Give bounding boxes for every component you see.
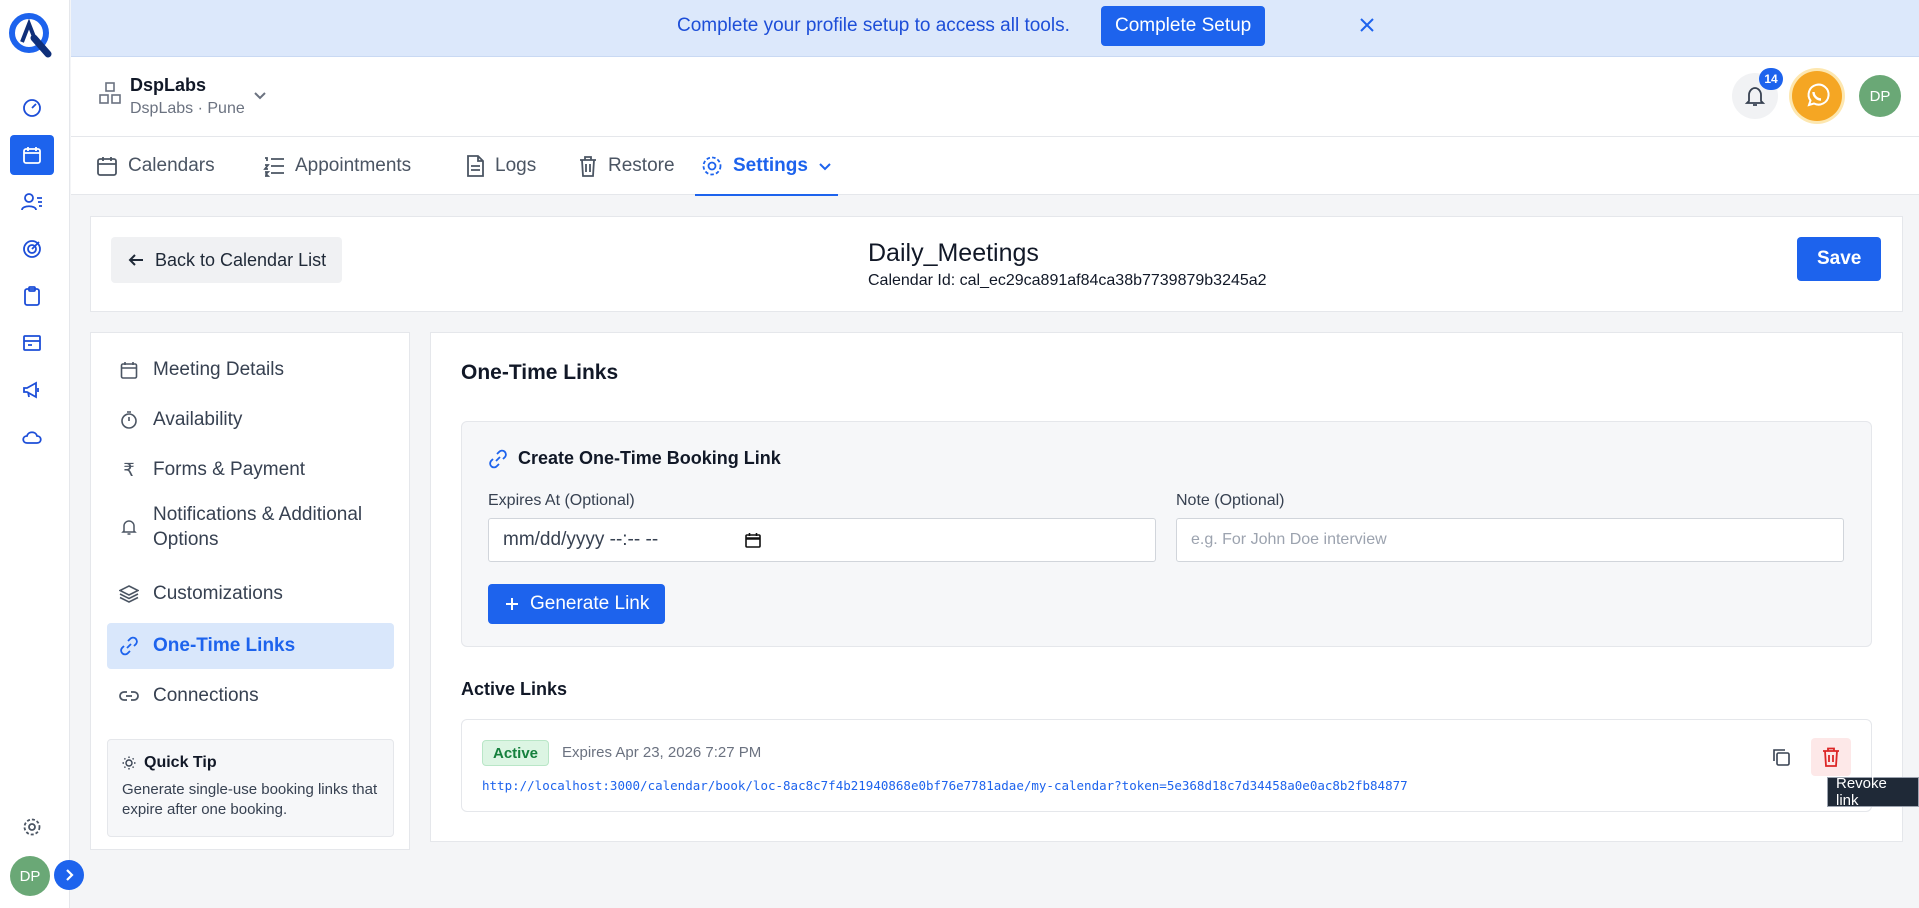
page-title: Daily_Meetings [868, 239, 1039, 267]
sidebar-item-notifications[interactable]: Notifications & Additional Options [107, 497, 394, 557]
calendar-picker-icon[interactable] [745, 532, 761, 548]
calendar-icon [119, 361, 139, 379]
expand-sidebar-button[interactable] [54, 860, 84, 890]
chain-icon [119, 689, 139, 703]
gear-icon [701, 155, 723, 177]
rail-contacts-icon[interactable] [10, 182, 54, 222]
trash-icon [578, 155, 598, 177]
rail-megaphone-icon[interactable] [10, 370, 54, 410]
quick-tip-body: Generate single-use booking links that e… [122, 781, 378, 818]
rail-cloud-icon[interactable] [10, 417, 54, 457]
sidebar-item-connections[interactable]: Connections [107, 673, 394, 719]
generate-link-button[interactable]: Generate Link [488, 584, 666, 624]
whatsapp-icon [1803, 82, 1831, 110]
rail-calendar-icon[interactable] [10, 135, 54, 175]
tab-calendars[interactable]: Calendars [96, 137, 215, 195]
app-logo[interactable] [8, 12, 54, 58]
expires-datetime-input[interactable]: mm/dd/yyyy --:-- -- [488, 518, 1156, 562]
org-location: DspLabs · Pune [130, 100, 245, 117]
sidebar-item-availability[interactable]: Availability [107, 397, 394, 443]
status-badge: Active [482, 740, 550, 766]
banner-message: Complete your profile setup to access al… [677, 15, 1070, 36]
close-icon[interactable] [1358, 16, 1376, 34]
setup-banner: Complete your profile setup to access al… [71, 0, 1919, 57]
rail-target-icon[interactable] [10, 229, 54, 269]
lightbulb-icon [122, 756, 136, 770]
sidebar-item-forms-payment[interactable]: ₹ Forms & Payment [107, 447, 394, 493]
expires-label: Expires At (Optional) [488, 492, 635, 509]
create-link-title: Create One-Time Booking Link [518, 448, 781, 468]
calendar-icon [96, 155, 118, 177]
tab-logs[interactable]: Logs [465, 137, 536, 195]
rupee-icon: ₹ [123, 459, 135, 480]
rail-clipboard-icon[interactable] [10, 276, 54, 316]
organization-icon [99, 82, 121, 104]
booking-link-url[interactable]: http://localhost:3000/calendar/book/loc-… [482, 778, 1408, 793]
back-to-calendar-list-button[interactable]: Back to Calendar List [111, 237, 343, 283]
sidebar-item-meeting-details[interactable]: Meeting Details [107, 347, 394, 393]
link-icon [488, 449, 508, 469]
sidebar-item-one-time-links[interactable]: One-Time Links [107, 623, 394, 669]
document-icon [465, 155, 485, 177]
quick-tip-title: Quick Tip [144, 754, 217, 771]
tab-restore[interactable]: Restore [578, 137, 675, 195]
chevron-down-icon [818, 159, 832, 173]
left-rail: DP [0, 0, 84, 908]
tab-bar: Calendars Appointments Logs Restore Sett… [71, 137, 1919, 196]
tab-appointments[interactable]: Appointments [263, 137, 411, 195]
create-link-box: Create One-Time Booking Link Expires At … [461, 421, 1872, 647]
plus-icon [504, 596, 520, 612]
stopwatch-icon [119, 411, 139, 429]
one-time-links-panel: One-Time Links Create One-Time Booking L… [430, 332, 1903, 842]
rail-inbox-icon[interactable] [10, 323, 54, 363]
quick-tip-box: Quick Tip Generate single-use booking li… [107, 739, 394, 837]
whatsapp-button[interactable] [1792, 71, 1842, 121]
note-input[interactable]: e.g. For John Doe interview [1176, 518, 1844, 562]
link-icon [119, 636, 139, 656]
active-links-heading: Active Links [461, 679, 568, 699]
user-avatar[interactable]: DP [10, 856, 50, 896]
chevron-down-icon[interactable] [253, 88, 267, 102]
calendar-title-card: Back to Calendar List Daily_Meetings Cal… [90, 216, 1903, 312]
arrow-left-icon [127, 251, 145, 269]
gear-icon[interactable] [10, 807, 54, 847]
org-name[interactable]: DspLabs [130, 75, 206, 96]
rail-dashboard-icon[interactable] [10, 88, 54, 128]
top-header: DspLabs DspLabs · Pune 14 DP [71, 57, 1919, 137]
calendar-id: Calendar Id: cal_ec29ca891af84ca38b77398… [868, 272, 1267, 289]
header-avatar[interactable]: DP [1859, 75, 1901, 117]
sidebar-item-customizations[interactable]: Customizations [107, 571, 394, 617]
copy-icon [1771, 747, 1791, 767]
settings-side-menu: Meeting Details Availability ₹ Forms & P… [90, 332, 410, 850]
revoke-tooltip: Revoke link [1827, 775, 1919, 809]
revoke-link-button[interactable] [1811, 738, 1851, 776]
list-item: Active Expires Apr 23, 2026 7:27 PM http… [461, 719, 1872, 812]
save-button[interactable]: Save [1797, 237, 1882, 281]
tab-settings[interactable]: Settings [695, 137, 838, 196]
notification-count-badge: 14 [1759, 68, 1783, 90]
list-icon [263, 155, 285, 177]
complete-setup-button[interactable]: Complete Setup [1101, 6, 1266, 46]
layers-icon [119, 585, 139, 603]
bell-icon [119, 519, 139, 535]
copy-link-button[interactable] [1766, 742, 1796, 772]
link-expiry: Expires Apr 23, 2026 7:27 PM [562, 744, 762, 761]
section-heading: One-Time Links [461, 361, 619, 384]
note-label: Note (Optional) [1176, 492, 1285, 509]
trash-icon [1822, 747, 1840, 767]
bell-icon [1744, 85, 1766, 107]
